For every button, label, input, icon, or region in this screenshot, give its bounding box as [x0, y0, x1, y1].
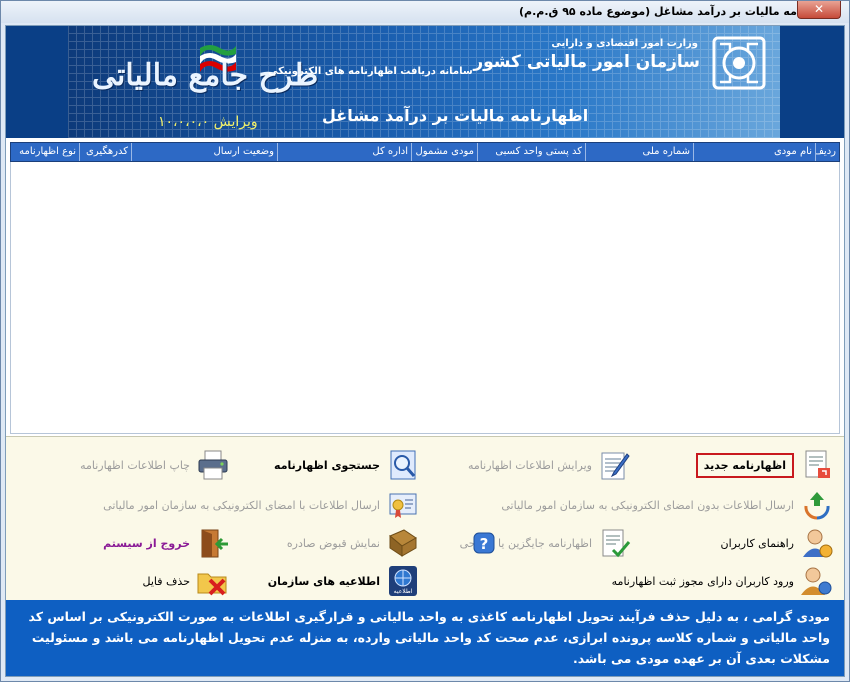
tax-organization-logo — [712, 36, 766, 90]
send-signed-button[interactable]: ارسال اطلاعات با امضای الکترونیکی به ساز… — [103, 487, 420, 523]
licensed-login-label: ورود کاربران دارای مجوز ثبت اظهارنامه — [611, 574, 794, 588]
user-help-icon — [803, 529, 833, 558]
question-icon: ? — [473, 532, 495, 554]
client-area: طرح جامع مالیاتی ویرایش ۱۰،۰،۰،۰ سامانه … — [5, 25, 845, 677]
search-return-button[interactable]: جستجوی اظهارنامه — [274, 447, 420, 483]
send-certificate-icon — [389, 493, 417, 518]
send-unsigned-label: ارسال اطلاعات بدون امضای الکترونیکی به س… — [501, 498, 794, 512]
edit-return-label: ویرایش اطلاعات اظهارنامه — [468, 458, 592, 472]
column-header[interactable]: نوع اظهارنامه — [11, 143, 79, 161]
licensed-user-icon — [801, 567, 832, 595]
user-guide-button[interactable]: راهنمای کاربران — [721, 525, 834, 561]
new-document-icon — [805, 450, 830, 478]
announcements-label: اطلاعیه های سازمان — [267, 574, 380, 588]
receipts-icon — [389, 529, 417, 557]
exit-button[interactable]: خروج از سیستم — [103, 525, 230, 561]
exit-label: خروج از سیستم — [103, 536, 190, 550]
column-header[interactable]: اداره کل — [277, 143, 411, 161]
delete-file-label: حذف فایل — [142, 574, 190, 588]
send-recycle-icon — [804, 492, 830, 520]
show-receipts-button[interactable]: نمایش قبوض صادره — [287, 525, 420, 561]
delete-folder-icon — [197, 573, 227, 596]
actions-panel: اظهارنامه جدید ویرایش اطلاعات اظهارنامه … — [6, 436, 844, 601]
search-return-label: جستجوی اظهارنامه — [274, 458, 380, 472]
delete-file-button[interactable]: حذف فایل — [143, 563, 230, 599]
column-header[interactable]: ردیف — [815, 143, 839, 161]
announcements-button[interactable]: اطلاعیه اطلاعیه های سازمان — [268, 563, 420, 599]
send-signed-label: ارسال اطلاعات با امضای الکترونیکی به ساز… — [103, 498, 380, 512]
returns-table-header: ردیف نام مودی شماره ملی کد پستی واحد کسب… — [10, 142, 840, 162]
print-return-label: چاپ اطلاعات اظهارنامه — [80, 458, 190, 472]
search-document-icon — [390, 450, 416, 480]
new-return-button[interactable]: اظهارنامه جدید — [695, 447, 834, 483]
close-button[interactable]: ✕ — [797, 1, 841, 19]
system-subtitle: سامانه دریافت اظهارنامه های الکترونیکی — [268, 66, 473, 77]
column-header[interactable]: کد پستی واحد کسبی — [477, 143, 585, 161]
column-header[interactable]: شماره ملی — [585, 143, 693, 161]
edit-return-button[interactable]: ویرایش اطلاعات اظهارنامه — [468, 447, 632, 483]
column-header[interactable]: وضعیت ارسال — [131, 143, 277, 161]
organization-name: سازمان امور مالیاتی کشور — [473, 52, 700, 72]
licensed-login-button[interactable]: ورود کاربران دارای مجوز ثبت اظهارنامه — [612, 563, 834, 599]
user-guide-label: راهنمای کاربران — [720, 536, 794, 550]
help-button[interactable]: ? — [468, 525, 502, 561]
window-title: اظهارنامه مالیات بر درآمد مشاغل (موضوع م… — [519, 5, 837, 18]
banner-image: طرح جامع مالیاتی ویرایش ۱۰،۰،۰،۰ سامانه … — [68, 26, 780, 138]
printer-icon — [198, 450, 228, 480]
main-heading: اظهارنامه مالیات بر درآمد مشاغل — [322, 106, 589, 125]
title-bar[interactable]: اظهارنامه مالیات بر درآمد مشاغل (موضوع م… — [1, 1, 849, 23]
svg-text:?: ? — [480, 535, 489, 553]
notice-banner: مودی گرامی ، به دلیل حذف فرآیند تحویل اظ… — [6, 600, 844, 676]
app-window: اظهارنامه مالیات بر درآمد مشاغل (موضوع م… — [0, 0, 850, 682]
column-header[interactable]: مودی مشمول — [411, 143, 477, 161]
print-return-button[interactable]: چاپ اطلاعات اظهارنامه — [80, 447, 230, 483]
replace-document-icon — [602, 529, 631, 558]
ministry-name: وزارت امور اقتصادی و دارایی — [551, 38, 698, 49]
column-header[interactable]: نام مودی — [693, 143, 815, 161]
new-return-label: اظهارنامه جدید — [695, 452, 794, 478]
announcement-globe-icon: اطلاعیه — [389, 566, 417, 596]
exit-door-icon — [201, 529, 228, 558]
edit-document-icon — [601, 452, 630, 480]
show-receipts-label: نمایش قبوض صادره — [286, 536, 380, 550]
header-banner: طرح جامع مالیاتی ویرایش ۱۰،۰،۰،۰ سامانه … — [6, 26, 844, 138]
version-label: ویرایش ۱۰،۰،۰،۰ — [158, 114, 258, 130]
svg-text:اطلاعیه: اطلاعیه — [394, 588, 413, 595]
column-header[interactable]: کدرهگیری — [79, 143, 131, 161]
returns-table-body[interactable] — [10, 162, 840, 434]
send-unsigned-button[interactable]: ارسال اطلاعات بدون امضای الکترونیکی به س… — [501, 487, 834, 523]
